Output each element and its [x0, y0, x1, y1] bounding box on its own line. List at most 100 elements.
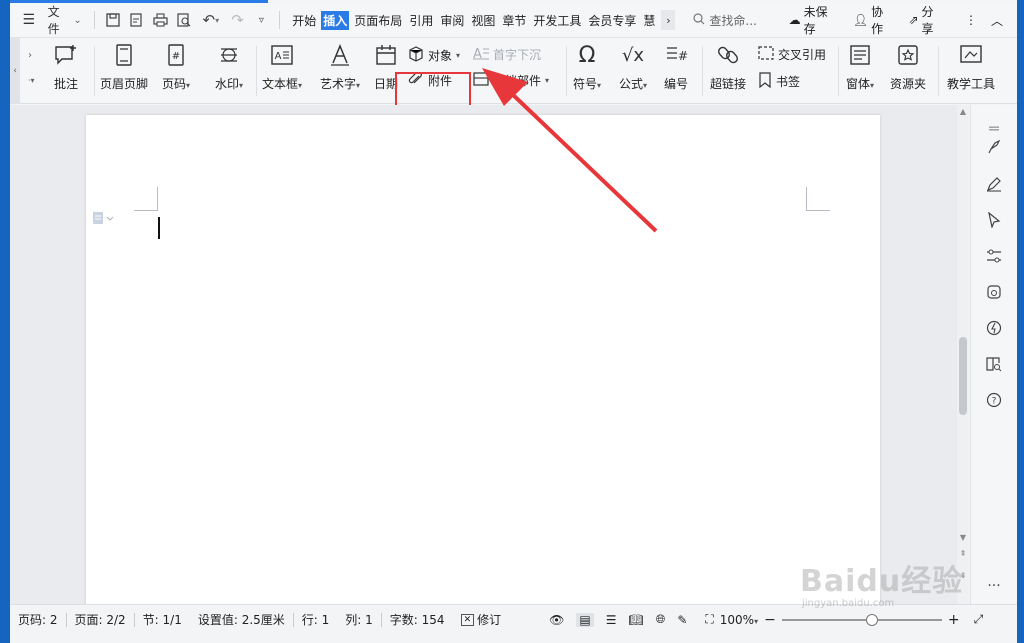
tab-member[interactable]: 会员专享: [586, 12, 638, 29]
print-preview-icon[interactable]: [172, 3, 196, 37]
tab-more[interactable]: 慧: [641, 12, 657, 29]
tab-page-layout[interactable]: 页面布局: [352, 12, 404, 29]
hamburger-menu-icon[interactable]: ☰: [10, 3, 48, 37]
lightning-icon[interactable]: [983, 317, 1005, 339]
scroll-down-icon[interactable]: ▼: [957, 533, 969, 542]
paragraph-options-icon[interactable]: [92, 211, 114, 228]
zoom-in-icon[interactable]: +: [948, 612, 960, 628]
more-icon[interactable]: ···: [983, 575, 1005, 597]
divider: [93, 11, 95, 29]
formula-button[interactable]: √x 公式▾: [619, 42, 647, 92]
watermark-button[interactable]: 水印▾: [215, 42, 243, 92]
bookmark-button[interactable]: 书签: [758, 72, 800, 91]
pen-icon[interactable]: [983, 173, 1005, 195]
symbol-button[interactable]: Ω 符号▾: [573, 42, 601, 92]
tabs-scroll-right-icon[interactable]: ›: [661, 10, 676, 30]
ai-assistant-icon[interactable]: [983, 281, 1005, 303]
numbering-icon: #: [664, 42, 688, 68]
eye-icon[interactable]: 👁︎: [549, 613, 564, 627]
vertical-scrollbar[interactable]: ▲ ▼ ⇞ ⇟: [957, 105, 969, 604]
cross-ref-button[interactable]: 交叉引用: [758, 46, 826, 63]
more-options-icon[interactable]: ⋮: [965, 13, 977, 27]
textbox-button[interactable]: A 文本框▾: [262, 42, 302, 92]
menu-bar: ☰ 文件 ⌄ ↶ ▾ ↷ ▿ 开始 插入 页面布局 引用 审阅 视图 章节 开发…: [10, 3, 1017, 37]
zoom-level[interactable]: 100%▾: [720, 613, 758, 627]
watermark-url: jingyan.baidu.com: [802, 598, 895, 609]
fit-page-icon[interactable]: ⛶: [705, 612, 713, 627]
select-cursor-icon[interactable]: [983, 209, 1005, 231]
divider: [94, 46, 95, 96]
tab-developer[interactable]: 开发工具: [531, 12, 583, 29]
adjust-sliders-icon[interactable]: [983, 245, 1005, 267]
svg-text:#: #: [172, 51, 180, 62]
status-pages[interactable]: 页面: 2/2: [67, 611, 134, 628]
hyperlink-button[interactable]: 超链接: [710, 42, 746, 92]
status-section[interactable]: 节: 1/1: [135, 611, 190, 628]
tab-references[interactable]: 引用: [407, 12, 435, 29]
teach-tools-label: 教学工具: [947, 77, 996, 91]
numbering-button[interactable]: # 编号: [664, 42, 688, 92]
divider: [702, 46, 703, 96]
book-search-icon[interactable]: [983, 353, 1005, 375]
collab-label: 协作: [871, 5, 884, 36]
resource-button[interactable]: 资源夹: [890, 42, 926, 92]
zoom-slider-knob[interactable]: [865, 613, 878, 626]
view-modes: 👁︎ ▤ ☰ 📖︎ 🌐︎ ✎: [549, 612, 687, 627]
status-page-num[interactable]: 页码: 2: [10, 611, 66, 628]
rocket-icon[interactable]: [983, 137, 1005, 159]
header-footer-button[interactable]: 页眉页脚: [100, 42, 148, 92]
status-row[interactable]: 行: 1: [294, 611, 338, 628]
quick-access-dropdown-icon[interactable]: ▿: [249, 3, 273, 37]
revise-label: 修订: [477, 613, 502, 627]
print-icon[interactable]: [148, 3, 172, 37]
page-number-button[interactable]: # 页码▾: [162, 42, 190, 92]
revise-icon: ✕: [460, 613, 475, 626]
object-button[interactable]: 对象 ▾: [408, 46, 460, 65]
web-view-icon[interactable]: 🌐︎: [656, 612, 666, 627]
status-col[interactable]: 列: 1: [337, 611, 381, 628]
unsaved-button[interactable]: ☁ 未保存: [789, 3, 839, 37]
page-view-icon[interactable]: ▤: [576, 612, 594, 627]
save-icon[interactable]: [101, 3, 125, 37]
collapse-ribbon-icon[interactable]: ︿: [991, 12, 1003, 29]
status-word-count[interactable]: 字数: 154: [382, 611, 453, 628]
revise-button[interactable]: ✕ 修订: [453, 611, 510, 628]
ribbon-scroll-left-icon[interactable]: ‹: [10, 38, 20, 104]
resource-label: 资源夹: [890, 77, 927, 91]
redo-icon[interactable]: ↷: [226, 3, 250, 37]
comment-button[interactable]: 批注: [54, 42, 78, 92]
help-icon[interactable]: ?: [983, 389, 1005, 411]
tab-review[interactable]: 审阅: [438, 12, 466, 29]
formula-label: 公式▾: [619, 77, 648, 91]
teach-tools-button[interactable]: 教学工具: [947, 42, 995, 92]
ribbon-tabs: 开始 插入 页面布局 引用 审阅 视图 章节 开发工具 会员专享 慧 ›: [290, 3, 676, 37]
tab-chapter[interactable]: 章节: [500, 12, 528, 29]
zoom-out-icon[interactable]: −: [764, 612, 776, 628]
tab-view[interactable]: 视图: [469, 12, 497, 29]
document-page[interactable]: [86, 115, 880, 604]
search-input[interactable]: 查找命...: [693, 12, 788, 29]
doc-parts-button[interactable]: 文档部件 ▾: [473, 72, 549, 89]
wordart-button[interactable]: 艺术字▾: [320, 42, 360, 92]
scrollbar-thumb[interactable]: [959, 337, 967, 415]
svg-text:A: A: [473, 47, 482, 60]
right-menu: ☁ 未保存 👤︎ 协作 ⇗ 分享 ⋮ ︿: [789, 3, 1017, 37]
tab-home[interactable]: 开始: [290, 12, 318, 29]
tab-insert[interactable]: 插入: [321, 10, 350, 30]
bottom-strip: [10, 634, 1017, 643]
zoom-controls: ⛶ 100%▾ − + ⤢: [705, 612, 983, 628]
scroll-up-icon[interactable]: ▲: [957, 107, 969, 116]
outline-view-icon[interactable]: ☰: [606, 613, 617, 627]
pen-mode-icon[interactable]: ✎: [677, 613, 687, 627]
file-menu[interactable]: 文件 ⌄: [48, 3, 88, 37]
status-setting[interactable]: 设置值: 2.5厘米: [190, 611, 293, 628]
share-button[interactable]: ⇗ 分享: [908, 3, 945, 37]
read-view-icon[interactable]: 📖︎: [628, 613, 643, 627]
fullscreen-icon[interactable]: ⤢: [974, 612, 984, 627]
export-pdf-icon[interactable]: [125, 3, 149, 37]
form-button[interactable]: 窗体▾: [846, 42, 874, 92]
zoom-slider[interactable]: [781, 613, 942, 626]
side-panel: ═ ? ···: [970, 105, 1017, 604]
undo-icon[interactable]: ↶ ▾: [196, 3, 226, 37]
collab-button[interactable]: 👤︎ 协作: [853, 3, 895, 37]
